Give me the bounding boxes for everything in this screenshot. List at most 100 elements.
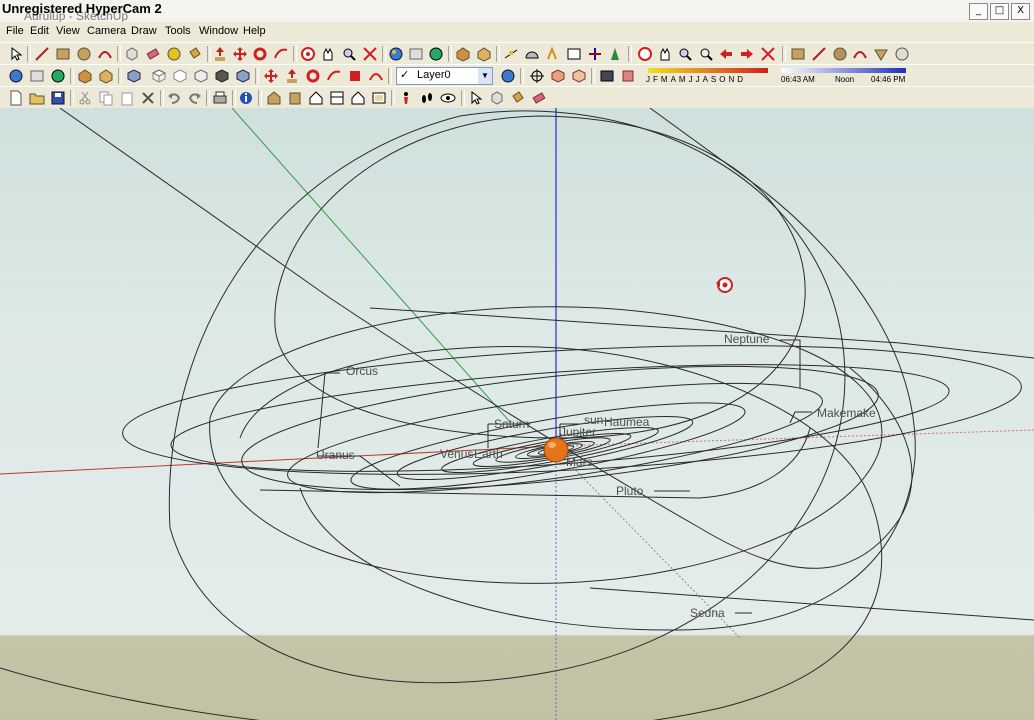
orbit-tool-icon[interactable] bbox=[300, 46, 316, 62]
mars-label[interactable]: Mars bbox=[566, 455, 593, 469]
walk-tool-icon[interactable] bbox=[419, 90, 435, 106]
zoom-extents-icon[interactable] bbox=[362, 46, 378, 62]
menu-help[interactable]: Help bbox=[243, 25, 266, 37]
rotate-tool-icon[interactable] bbox=[252, 46, 268, 62]
copy-icon[interactable] bbox=[98, 90, 114, 106]
print-icon[interactable] bbox=[212, 90, 228, 106]
earth-icon[interactable] bbox=[50, 68, 66, 84]
jupiter-label[interactable]: Jupiter bbox=[560, 425, 596, 439]
sun-sphere[interactable] bbox=[543, 437, 569, 463]
model-viewport[interactable]: Neptune Orcus Makemake Saturn sun Haumea… bbox=[0, 108, 1034, 720]
menu-window[interactable]: Window bbox=[199, 25, 238, 37]
make-component-icon[interactable] bbox=[124, 46, 140, 62]
open-folder-icon[interactable] bbox=[29, 90, 45, 106]
share-model-icon[interactable] bbox=[408, 46, 424, 62]
select-tool-icon[interactable] bbox=[8, 46, 24, 62]
drape-tool-icon[interactable] bbox=[873, 46, 889, 62]
get-models-icon[interactable] bbox=[388, 46, 404, 62]
stamp-tool-icon[interactable] bbox=[852, 46, 868, 62]
cut-icon[interactable] bbox=[77, 90, 93, 106]
pan-icon[interactable] bbox=[657, 46, 673, 62]
fog-toggle-icon[interactable] bbox=[620, 68, 636, 84]
rotate-icon[interactable] bbox=[305, 68, 321, 84]
photo-texture-icon[interactable] bbox=[455, 46, 471, 62]
neptune-label[interactable]: Neptune bbox=[724, 332, 770, 346]
sedna-label[interactable]: Sedna bbox=[690, 606, 725, 620]
push-pull-tool-icon[interactable] bbox=[284, 68, 300, 84]
sandbox-contours-icon[interactable] bbox=[811, 46, 827, 62]
venus-label[interactable]: Venus bbox=[440, 447, 473, 461]
get-models-icon[interactable] bbox=[8, 68, 24, 84]
close-button[interactable]: X bbox=[1011, 3, 1030, 20]
paint-icon[interactable] bbox=[510, 90, 526, 106]
menu-camera[interactable]: Camera bbox=[87, 25, 126, 37]
pan-tool-icon[interactable] bbox=[320, 46, 336, 62]
share-icon[interactable] bbox=[29, 68, 45, 84]
shadows-toggle-icon[interactable] bbox=[599, 68, 615, 84]
follow-me-icon[interactable] bbox=[273, 46, 289, 62]
move-icon[interactable] bbox=[263, 68, 279, 84]
sandbox-grid-icon[interactable] bbox=[790, 46, 806, 62]
saturn-label[interactable]: Saturn bbox=[494, 417, 529, 431]
solar-system-model[interactable]: Neptune Orcus Makemake Saturn sun Haumea… bbox=[0, 108, 1034, 720]
redo-icon[interactable] bbox=[187, 90, 203, 106]
menu-edit[interactable]: Edit bbox=[30, 25, 49, 37]
text-tool-icon[interactable] bbox=[545, 46, 561, 62]
haumea-label[interactable]: Haumea bbox=[604, 415, 650, 429]
paste-icon[interactable] bbox=[119, 90, 135, 106]
menu-draw[interactable]: Draw bbox=[131, 25, 157, 37]
uranus-label[interactable]: Uranus bbox=[316, 448, 355, 462]
right-view-icon[interactable] bbox=[193, 68, 209, 84]
section-fill-icon[interactable] bbox=[571, 68, 587, 84]
menu-file[interactable]: File bbox=[6, 25, 24, 37]
layer-manager-icon[interactable] bbox=[500, 68, 516, 84]
component-icon[interactable] bbox=[77, 68, 93, 84]
section-cut-icon[interactable] bbox=[550, 68, 566, 84]
time-slider[interactable] bbox=[781, 68, 906, 73]
back-view-icon[interactable] bbox=[214, 68, 230, 84]
orcus-label[interactable]: Orcus bbox=[346, 364, 378, 378]
house-icon[interactable] bbox=[308, 90, 324, 106]
tape-measure-icon[interactable] bbox=[166, 46, 182, 62]
paint-bucket-icon[interactable] bbox=[187, 46, 203, 62]
orbit-icon[interactable] bbox=[637, 46, 653, 62]
menu-view[interactable]: View bbox=[56, 25, 80, 37]
push-pull-icon[interactable] bbox=[212, 46, 228, 62]
home-icon[interactable] bbox=[350, 90, 366, 106]
pluto-label[interactable]: Pluto bbox=[616, 484, 644, 498]
rectangle-tool-icon[interactable] bbox=[55, 46, 71, 62]
move-tool-icon[interactable] bbox=[232, 46, 248, 62]
line-tool-icon[interactable] bbox=[34, 46, 50, 62]
front-view-icon[interactable] bbox=[172, 68, 188, 84]
frame-icon[interactable] bbox=[371, 90, 387, 106]
flip-edge-icon[interactable] bbox=[894, 46, 910, 62]
offset-tool-icon[interactable] bbox=[368, 68, 384, 84]
axes-tool-icon[interactable] bbox=[566, 46, 582, 62]
follow-me-tool-icon[interactable] bbox=[326, 68, 342, 84]
3d-text-icon[interactable] bbox=[607, 46, 623, 62]
eraser-icon[interactable] bbox=[531, 90, 547, 106]
delete-icon[interactable] bbox=[140, 90, 156, 106]
undo-icon[interactable] bbox=[166, 90, 182, 106]
iso-view-icon[interactable] bbox=[126, 68, 142, 84]
layer-select[interactable]: ✓ Layer0 ▼ bbox=[396, 67, 493, 85]
arc-tool-icon[interactable] bbox=[97, 46, 113, 62]
component-browser-icon[interactable] bbox=[489, 90, 505, 106]
minimize-button[interactable]: _ bbox=[969, 3, 988, 20]
model-info-icon[interactable] bbox=[238, 90, 254, 106]
maximize-button[interactable]: □ bbox=[990, 3, 1009, 20]
zoom-tool-icon[interactable] bbox=[341, 46, 357, 62]
google-earth-icon[interactable] bbox=[428, 46, 444, 62]
warehouse-icon[interactable] bbox=[266, 90, 282, 106]
chevron-down-icon[interactable]: ▼ bbox=[478, 68, 492, 84]
place-icon[interactable] bbox=[98, 68, 114, 84]
save-icon[interactable] bbox=[50, 90, 66, 106]
eraser-tool-icon[interactable] bbox=[145, 46, 161, 62]
top-view-icon[interactable] bbox=[151, 68, 167, 84]
crosshair-icon[interactable] bbox=[529, 68, 545, 84]
left-view-icon[interactable] bbox=[235, 68, 251, 84]
makemake-label[interactable]: Makemake bbox=[817, 406, 876, 420]
smoove-tool-icon[interactable] bbox=[832, 46, 848, 62]
circle-tool-icon[interactable] bbox=[76, 46, 92, 62]
new-file-icon[interactable] bbox=[8, 90, 24, 106]
